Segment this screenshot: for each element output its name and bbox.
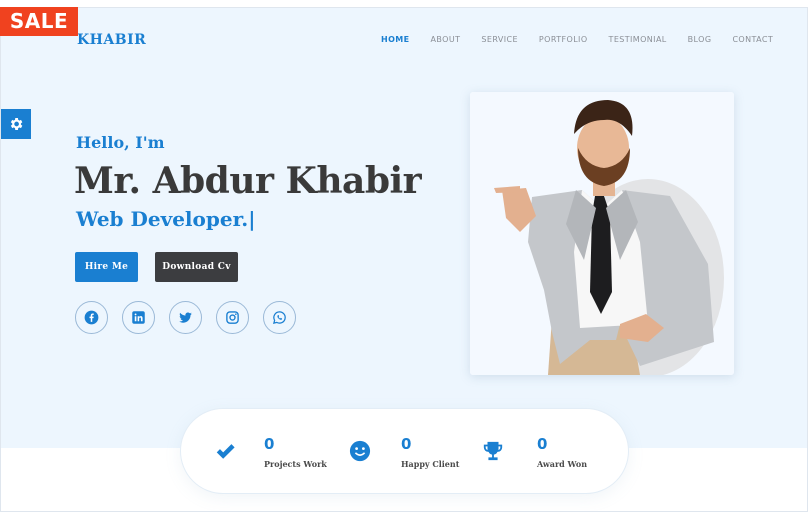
social-links: [75, 301, 310, 334]
typing-caret: |: [248, 207, 256, 231]
main-nav: HOME ABOUT SERVICE PORTFOLIO TESTIMONIAL…: [381, 35, 794, 44]
linkedin-icon: [132, 311, 145, 324]
trophy-icon: [483, 441, 503, 461]
nav-about[interactable]: ABOUT: [431, 35, 461, 44]
facebook-link[interactable]: [75, 301, 108, 334]
smiley-icon: [349, 440, 371, 462]
hero-greeting: Hello, I'm: [76, 133, 165, 152]
stat-label: Happy Client: [401, 459, 460, 469]
linkedin-link[interactable]: [122, 301, 155, 334]
download-cv-button[interactable]: Download Cv: [155, 252, 238, 282]
sale-badge: SALE: [0, 7, 78, 36]
profile-photo-card: [470, 92, 734, 375]
whatsapp-icon: [272, 311, 286, 325]
check-icon: [216, 444, 235, 459]
stats-panel: 0 Projects Work 0 Happy Client 0 Award W…: [180, 408, 629, 494]
hero-role: Web Developer.|: [76, 207, 256, 231]
facebook-icon: [84, 310, 99, 325]
stat-value: 0: [401, 435, 412, 453]
brand-logo[interactable]: KHABIR: [77, 32, 146, 48]
hero-name: Mr. Abdur Khabir: [74, 160, 422, 202]
gear-icon: [10, 118, 23, 130]
hire-me-button[interactable]: Hire Me: [75, 252, 138, 282]
nav-service[interactable]: SERVICE: [481, 35, 518, 44]
stat-label: Award Won: [537, 459, 588, 469]
page-frame: KHABIR HOME ABOUT SERVICE PORTFOLIO TEST…: [0, 7, 808, 512]
twitter-icon: [179, 312, 192, 323]
stat-value: 0: [264, 435, 275, 453]
stat-value: 0: [537, 435, 548, 453]
nav-contact[interactable]: CONTACT: [732, 35, 773, 44]
instagram-icon: [226, 311, 239, 324]
nav-testimonial[interactable]: TESTIMONIAL: [609, 35, 667, 44]
hero-role-text: Web Developer.: [76, 207, 249, 231]
profile-photo: [470, 92, 734, 375]
nav-home[interactable]: HOME: [381, 35, 410, 44]
settings-toggle-button[interactable]: [1, 109, 31, 139]
stat-label: Projects Work: [264, 459, 327, 469]
instagram-link[interactable]: [216, 301, 249, 334]
whatsapp-link[interactable]: [263, 301, 296, 334]
twitter-link[interactable]: [169, 301, 202, 334]
nav-blog[interactable]: BLOG: [688, 35, 712, 44]
nav-portfolio[interactable]: PORTFOLIO: [539, 35, 588, 44]
